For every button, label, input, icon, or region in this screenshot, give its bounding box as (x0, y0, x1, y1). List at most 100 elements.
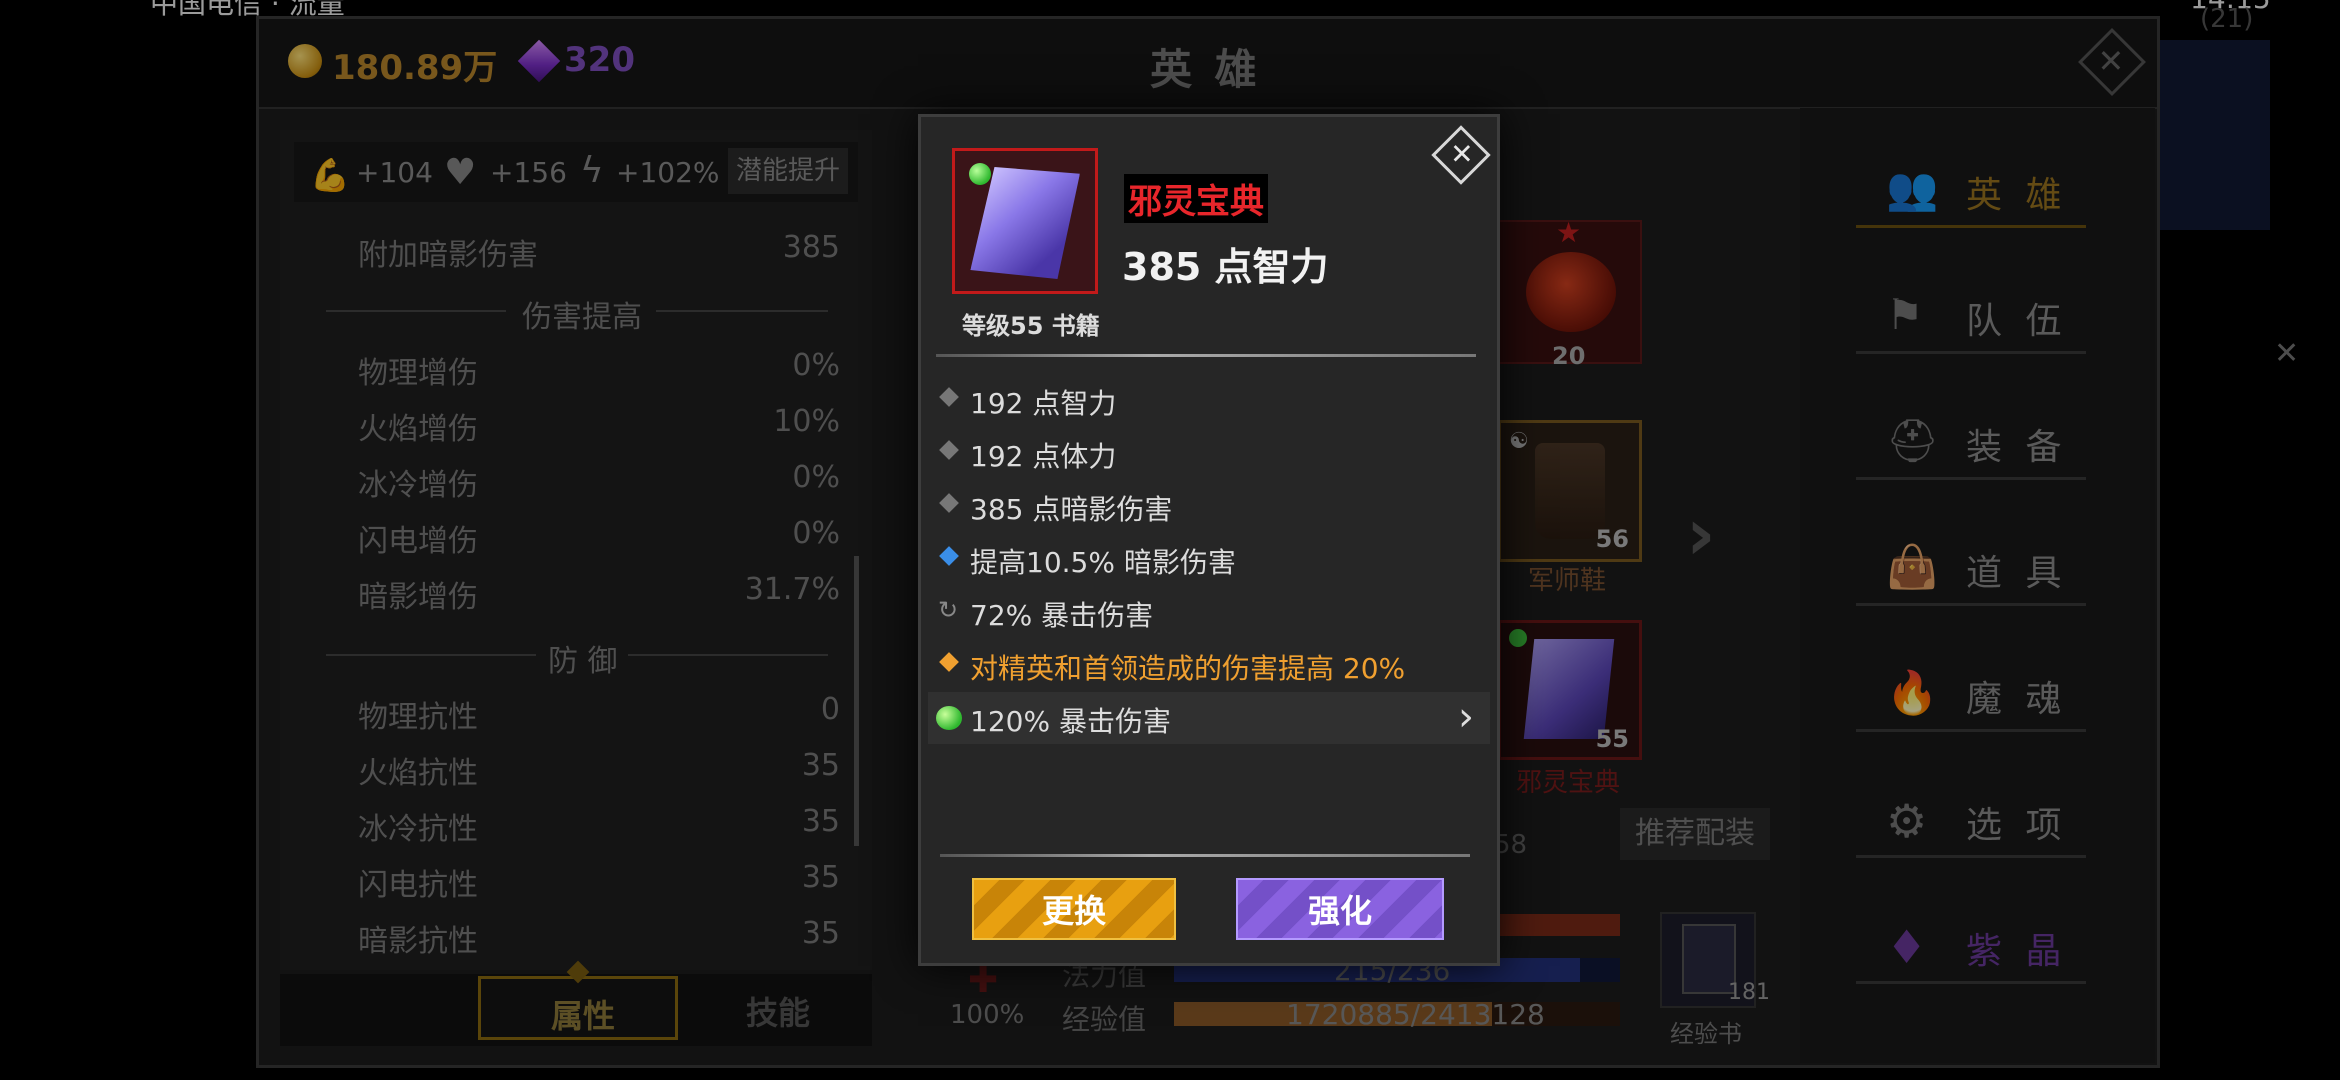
background-badge: (21) (2200, 4, 2254, 34)
stat-row: 暗影增伤 31.7% (280, 572, 840, 615)
exp-book-count: 181 (1728, 980, 1770, 1005)
tab-skills[interactable]: 技能 (746, 988, 810, 1034)
stat-label: 冰冷增伤 (358, 468, 478, 503)
stat-label: 闪电增伤 (358, 524, 478, 559)
nav-label: 道 具 (1966, 553, 2068, 594)
attribute-row: 对精英和首领造成的伤害提高 20% (936, 639, 1496, 691)
buff-energy: +102% (616, 156, 720, 189)
diamond-bullet-icon (939, 440, 959, 460)
close-icon: ✕ (2097, 41, 2125, 80)
attribute-row: 192 点智力 (936, 374, 1496, 426)
stat-value: 35 (801, 860, 840, 895)
nav-underline (1856, 981, 2086, 984)
next-arrow-icon[interactable]: › (1686, 492, 1716, 576)
bag-icon: 👜 (1886, 542, 1939, 591)
equip-slot[interactable]: 55 (1498, 620, 1642, 760)
tab-attributes[interactable]: 属性 (478, 976, 678, 1040)
book-icon (1523, 639, 1615, 739)
scrollbar[interactable] (854, 556, 859, 846)
stat-label: 物理抗性 (358, 700, 478, 735)
nav-underline (1856, 351, 2086, 354)
stats-panel: 💪 +104 ♥ +156 ϟ +102% 潜能提升 附加暗影伤害 385 伤害… (280, 130, 872, 970)
pumpkin-icon (1526, 252, 1616, 332)
attribute-text: 192 点体力 (970, 440, 1117, 473)
stat-value: 35 (801, 916, 840, 951)
book-icon (969, 167, 1081, 279)
stat-row: 暗影抗性 35 (280, 916, 840, 959)
gold-coin-icon (288, 44, 322, 78)
stat-value: 35 (801, 804, 840, 839)
stat-value: 0% (792, 460, 840, 495)
gem-attribute-row[interactable]: 120% 暴击伤害 › (928, 692, 1490, 744)
diamond-bullet-icon (939, 493, 959, 513)
section-damage-header: 伤害提高 (326, 290, 828, 335)
slot-name: 邪灵宝典 (1516, 768, 1621, 798)
stat-value: 385 (782, 230, 840, 265)
potential-button[interactable]: 潜能提升 (728, 148, 848, 194)
attribute-text: 192 点智力 (970, 387, 1117, 420)
stat-label: 暗影增伤 (358, 580, 478, 615)
background-panel (2160, 40, 2270, 230)
attribute-row: 385 点暗影伤害 (936, 480, 1496, 532)
exp-book-slot[interactable]: 181 (1660, 912, 1770, 1008)
attribute-text: 提高10.5% 暗影伤害 (970, 546, 1236, 579)
attribute-row: 提高10.5% 暗影伤害 (936, 533, 1496, 585)
exp-value: 1720885/2413128 (1286, 998, 1545, 1031)
stat-value: 35 (801, 748, 840, 783)
yin-yang-icon: ☯ (1509, 429, 1529, 454)
page-title: 英 雄 (1150, 45, 1261, 94)
nav-underline (1856, 477, 2086, 480)
boots-icon (1535, 443, 1605, 539)
nav-team[interactable]: ⚑ 队 伍 (1856, 270, 2104, 360)
stat-row: 闪电增伤 0% (280, 516, 840, 559)
gear-icon: ⚙ (1886, 794, 1928, 848)
stat-label: 冰冷抗性 (358, 812, 478, 847)
crystal-icon: ♦ (1886, 920, 1928, 974)
hero-percent: 100% (950, 1000, 1025, 1030)
slot-level: 55 (1595, 725, 1629, 753)
section-title: 防 御 (548, 644, 618, 679)
stat-value: 0% (792, 516, 840, 551)
stat-value: 31.7% (744, 572, 840, 607)
item-subtitle: 等级55 书籍 (962, 312, 1100, 340)
attribute-row: 192 点体力 (936, 427, 1496, 479)
nav-underline (1856, 603, 2086, 606)
item-main-stat: 385 点智力 (1122, 245, 1329, 289)
exp-label: 经验值 (1062, 1003, 1147, 1036)
replace-button[interactable]: 更换 (972, 878, 1176, 940)
gold-amount: 180.89万 (332, 48, 498, 88)
recommend-button[interactable]: 推荐配装 (1620, 808, 1770, 860)
button-label: 更换 (1041, 892, 1106, 930)
stat-label: 闪电抗性 (358, 868, 478, 903)
nav-hero[interactable]: 👥 英 雄 (1856, 144, 2104, 234)
equip-slot[interactable]: ★ 20 (1498, 216, 1642, 370)
nav-items[interactable]: 👜 道 具 (1856, 522, 2104, 612)
nav-label: 队 伍 (1966, 301, 2068, 342)
nav-equipment[interactable]: ⛑ 装 备 (1856, 396, 2104, 486)
equip-slot[interactable]: ☯ 56 (1498, 420, 1642, 562)
section-defense-header: 防 御 (326, 634, 828, 679)
nav-soul[interactable]: 🔥 魔 魂 (1856, 648, 2104, 738)
stat-row: 闪电抗性 35 (280, 860, 840, 903)
section-title: 伤害提高 (522, 300, 642, 335)
hero-icon: 👥 (1886, 164, 1939, 213)
stat-row: 火焰抗性 35 (280, 748, 840, 791)
flag-icon: ⚑ (1886, 290, 1924, 339)
stat-label: 火焰抗性 (358, 756, 478, 791)
nav-crystal[interactable]: ♦ 紫 晶 (1856, 900, 2104, 990)
green-gem-icon (969, 163, 991, 185)
exp-bar: 1720885/2413128 (1174, 998, 1620, 1031)
enhance-button[interactable]: 强化 (1236, 878, 1444, 940)
stat-row: 火焰增伤 10% (280, 404, 840, 447)
tab-label: 属性 (551, 997, 616, 1035)
attribute-text: 对精英和首领造成的伤害提高 20% (970, 652, 1406, 685)
nav-options[interactable]: ⚙ 选 项 (1856, 774, 2104, 864)
close-icon: ✕ (1450, 137, 1474, 171)
nav-underline (1856, 855, 2086, 858)
green-gem-icon (1509, 629, 1527, 647)
nav-underline (1856, 729, 2086, 732)
background-close-icon: ✕ (2274, 336, 2300, 371)
stat-label: 物理增伤 (358, 356, 478, 391)
stat-label: 火焰增伤 (358, 412, 478, 447)
gem-amount: 320 (564, 40, 635, 80)
